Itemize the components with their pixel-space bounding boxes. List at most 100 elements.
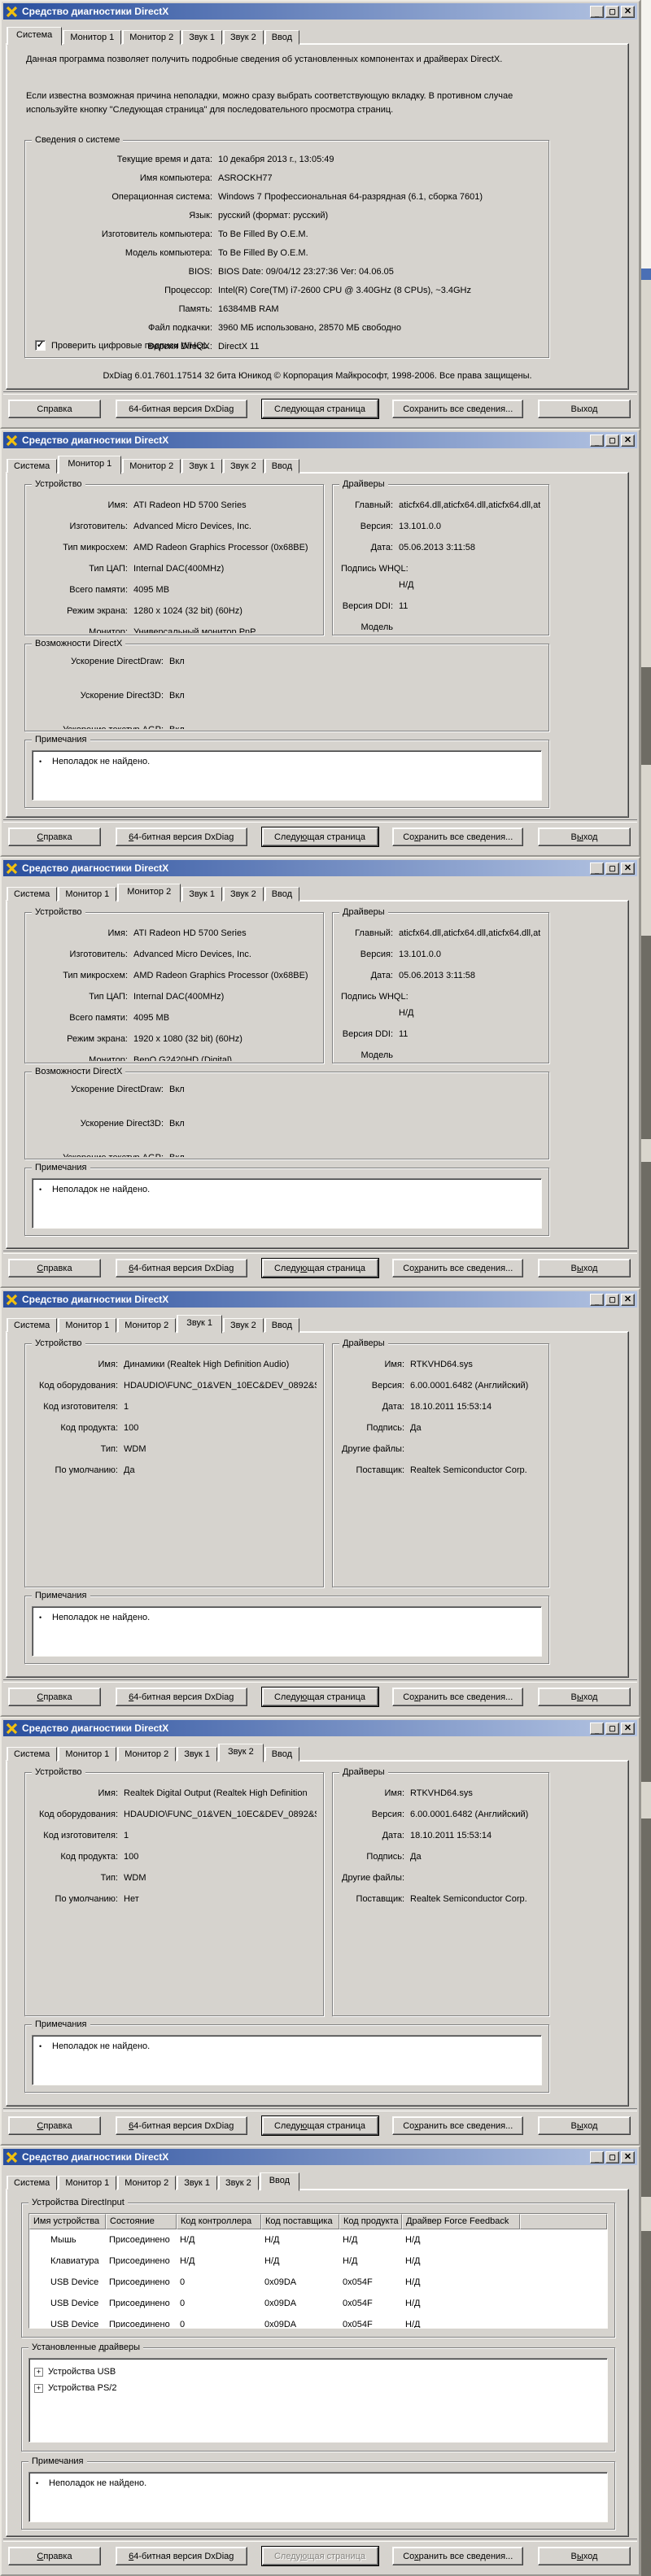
tree-item[interactable]: +Устройства PS/2 xyxy=(34,2380,607,2396)
maximize-button[interactable]: ▢ xyxy=(605,434,619,447)
page-scrollbar[interactable] xyxy=(640,0,651,2576)
tab-1[interactable]: Монитор 1 xyxy=(58,456,121,474)
minimize-button[interactable]: _ xyxy=(590,434,604,447)
tab-2[interactable]: Монитор 2 xyxy=(117,2176,176,2190)
tab-0[interactable]: Система xyxy=(7,887,57,902)
close-button[interactable]: ✕ xyxy=(621,1294,635,1306)
footer-button-3[interactable]: Сохранить все сведения... xyxy=(392,2116,523,2135)
footer-button-0[interactable]: Справка xyxy=(8,827,101,846)
minimize-button[interactable]: _ xyxy=(590,2151,604,2163)
footer-button-0[interactable]: Справка xyxy=(8,1687,101,1706)
device-row[interactable]: USB DeviceПрисоединено00x09DA0x054FН/Д xyxy=(29,2314,607,2329)
tab-0[interactable]: Система xyxy=(7,2176,57,2190)
minimize-button[interactable]: _ xyxy=(590,862,604,875)
footer-button-4[interactable]: Выход xyxy=(538,2116,631,2135)
close-button[interactable]: ✕ xyxy=(621,2151,635,2163)
tab-5[interactable]: Ввод xyxy=(264,1318,299,1333)
footer-button-4[interactable]: Выход xyxy=(538,2547,631,2565)
tab-3[interactable]: Звук 1 xyxy=(177,2176,217,2190)
device-row[interactable]: КлавиатураПрисоединеноН/ДН/ДН/ДН/Д xyxy=(29,2251,607,2272)
tab-1[interactable]: Монитор 1 xyxy=(63,30,121,45)
tab-1[interactable]: Монитор 1 xyxy=(58,887,116,902)
column-header[interactable]: Код продукта xyxy=(339,2214,402,2229)
tab-0[interactable]: Система xyxy=(7,1318,57,1333)
tab-0[interactable]: Система xyxy=(7,1747,57,1762)
tab-4[interactable]: Звук 2 xyxy=(218,2176,259,2190)
maximize-button[interactable]: ▢ xyxy=(605,6,619,18)
tab-1[interactable]: Монитор 1 xyxy=(58,2176,116,2190)
tree-item[interactable]: +Устройства USB xyxy=(34,2364,607,2380)
footer-button-4[interactable]: Выход xyxy=(538,827,631,846)
tab-4[interactable]: Звук 2 xyxy=(223,1318,264,1333)
tab-4[interactable]: Звук 2 xyxy=(218,1744,264,1762)
footer-button-2[interactable]: Следующая страница xyxy=(262,399,378,418)
footer-button-3[interactable]: Сохранить все сведения... xyxy=(392,399,523,418)
footer-button-3[interactable]: Сохранить все сведения... xyxy=(392,2547,523,2565)
close-button[interactable]: ✕ xyxy=(621,434,635,447)
footer-button-3[interactable]: Сохранить все сведения... xyxy=(392,1259,523,1277)
tab-5[interactable]: Ввод xyxy=(260,2172,299,2191)
maximize-button[interactable]: ▢ xyxy=(605,1294,619,1306)
tab-3[interactable]: Звук 1 xyxy=(177,1747,217,1762)
footer-button-2[interactable]: Следующая страница xyxy=(262,2547,378,2565)
minimize-button[interactable]: _ xyxy=(590,1294,604,1306)
whql-checkbox[interactable]: ✓ xyxy=(35,340,46,351)
footer-button-3[interactable]: Сохранить все сведения... xyxy=(392,1687,523,1706)
tab-5[interactable]: Ввод xyxy=(264,1747,299,1762)
maximize-button[interactable]: ▢ xyxy=(605,1722,619,1735)
footer-button-1[interactable]: 64-битная версия DxDiag xyxy=(116,399,247,418)
minimize-button[interactable]: _ xyxy=(590,6,604,18)
footer-button-2[interactable]: Следующая страница xyxy=(262,1687,378,1706)
footer-button-1[interactable]: 64-битная версия DxDiag xyxy=(116,1687,247,1706)
tab-1[interactable]: Монитор 1 xyxy=(58,1747,116,1762)
tab-5[interactable]: Ввод xyxy=(264,459,299,474)
tab-5[interactable]: Ввод xyxy=(264,887,299,902)
device-row[interactable]: USB DeviceПрисоединено00x09DA0x054FН/Д xyxy=(29,2272,607,2293)
footer-button-0[interactable]: Справка xyxy=(8,2547,101,2565)
column-header[interactable]: Код поставщика xyxy=(261,2214,339,2229)
footer-button-3[interactable]: Сохранить все сведения... xyxy=(392,827,523,846)
device-row[interactable]: МышьПрисоединеноН/ДН/ДН/ДН/Д xyxy=(29,2229,607,2251)
close-button[interactable]: ✕ xyxy=(621,1722,635,1735)
footer-button-4[interactable]: Выход xyxy=(538,1259,631,1277)
tab-4[interactable]: Звук 2 xyxy=(223,887,264,902)
tab-2[interactable]: Монитор 2 xyxy=(117,1747,176,1762)
footer-button-0[interactable]: Справка xyxy=(8,399,101,418)
footer-button-2[interactable]: Следующая страница xyxy=(262,1259,378,1277)
tab-2[interactable]: Монитор 2 xyxy=(117,1318,176,1333)
footer-button-4[interactable]: Выход xyxy=(538,1687,631,1706)
footer-button-1[interactable]: 64-битная версия DxDiag xyxy=(116,1259,247,1277)
tab-3[interactable]: Звук 1 xyxy=(177,1315,222,1334)
tab-1[interactable]: Монитор 1 xyxy=(58,1318,116,1333)
close-button[interactable]: ✕ xyxy=(621,6,635,18)
footer-button-2[interactable]: Следующая страница xyxy=(262,827,378,846)
expand-icon[interactable]: + xyxy=(34,2384,43,2393)
tab-2[interactable]: Монитор 2 xyxy=(117,884,181,902)
column-header[interactable]: Имя устройства xyxy=(29,2214,106,2229)
tab-4[interactable]: Звук 2 xyxy=(223,30,264,45)
device-row[interactable]: USB DeviceПрисоединено00x09DA0x054FН/Д xyxy=(29,2293,607,2314)
footer-button-1[interactable]: 64-битная версия DxDiag xyxy=(116,2547,247,2565)
maximize-button[interactable]: ▢ xyxy=(605,2151,619,2163)
tab-3[interactable]: Звук 1 xyxy=(181,459,222,474)
tab-3[interactable]: Звук 1 xyxy=(181,30,222,45)
column-header[interactable]: Драйвер Force Feedback xyxy=(402,2214,520,2229)
footer-button-1[interactable]: 64-битная версия DxDiag xyxy=(116,827,247,846)
maximize-button[interactable]: ▢ xyxy=(605,862,619,875)
column-header[interactable]: Код контроллера xyxy=(177,2214,261,2229)
close-button[interactable]: ✕ xyxy=(621,862,635,875)
tab-2[interactable]: Монитор 2 xyxy=(122,459,181,474)
tab-2[interactable]: Монитор 2 xyxy=(122,30,181,45)
footer-button-1[interactable]: 64-битная версия DxDiag xyxy=(116,2116,247,2135)
footer-button-2[interactable]: Следующая страница xyxy=(262,2116,378,2135)
footer-button-4[interactable]: Выход xyxy=(538,399,631,418)
expand-icon[interactable]: + xyxy=(34,2368,43,2377)
column-header[interactable]: Состояние xyxy=(106,2214,177,2229)
footer-button-0[interactable]: Справка xyxy=(8,2116,101,2135)
minimize-button[interactable]: _ xyxy=(590,1722,604,1735)
tab-0[interactable]: Система xyxy=(7,459,57,474)
tab-5[interactable]: Ввод xyxy=(264,30,299,45)
tab-4[interactable]: Звук 2 xyxy=(223,459,264,474)
tab-3[interactable]: Звук 1 xyxy=(181,887,222,902)
footer-button-0[interactable]: Справка xyxy=(8,1259,101,1277)
